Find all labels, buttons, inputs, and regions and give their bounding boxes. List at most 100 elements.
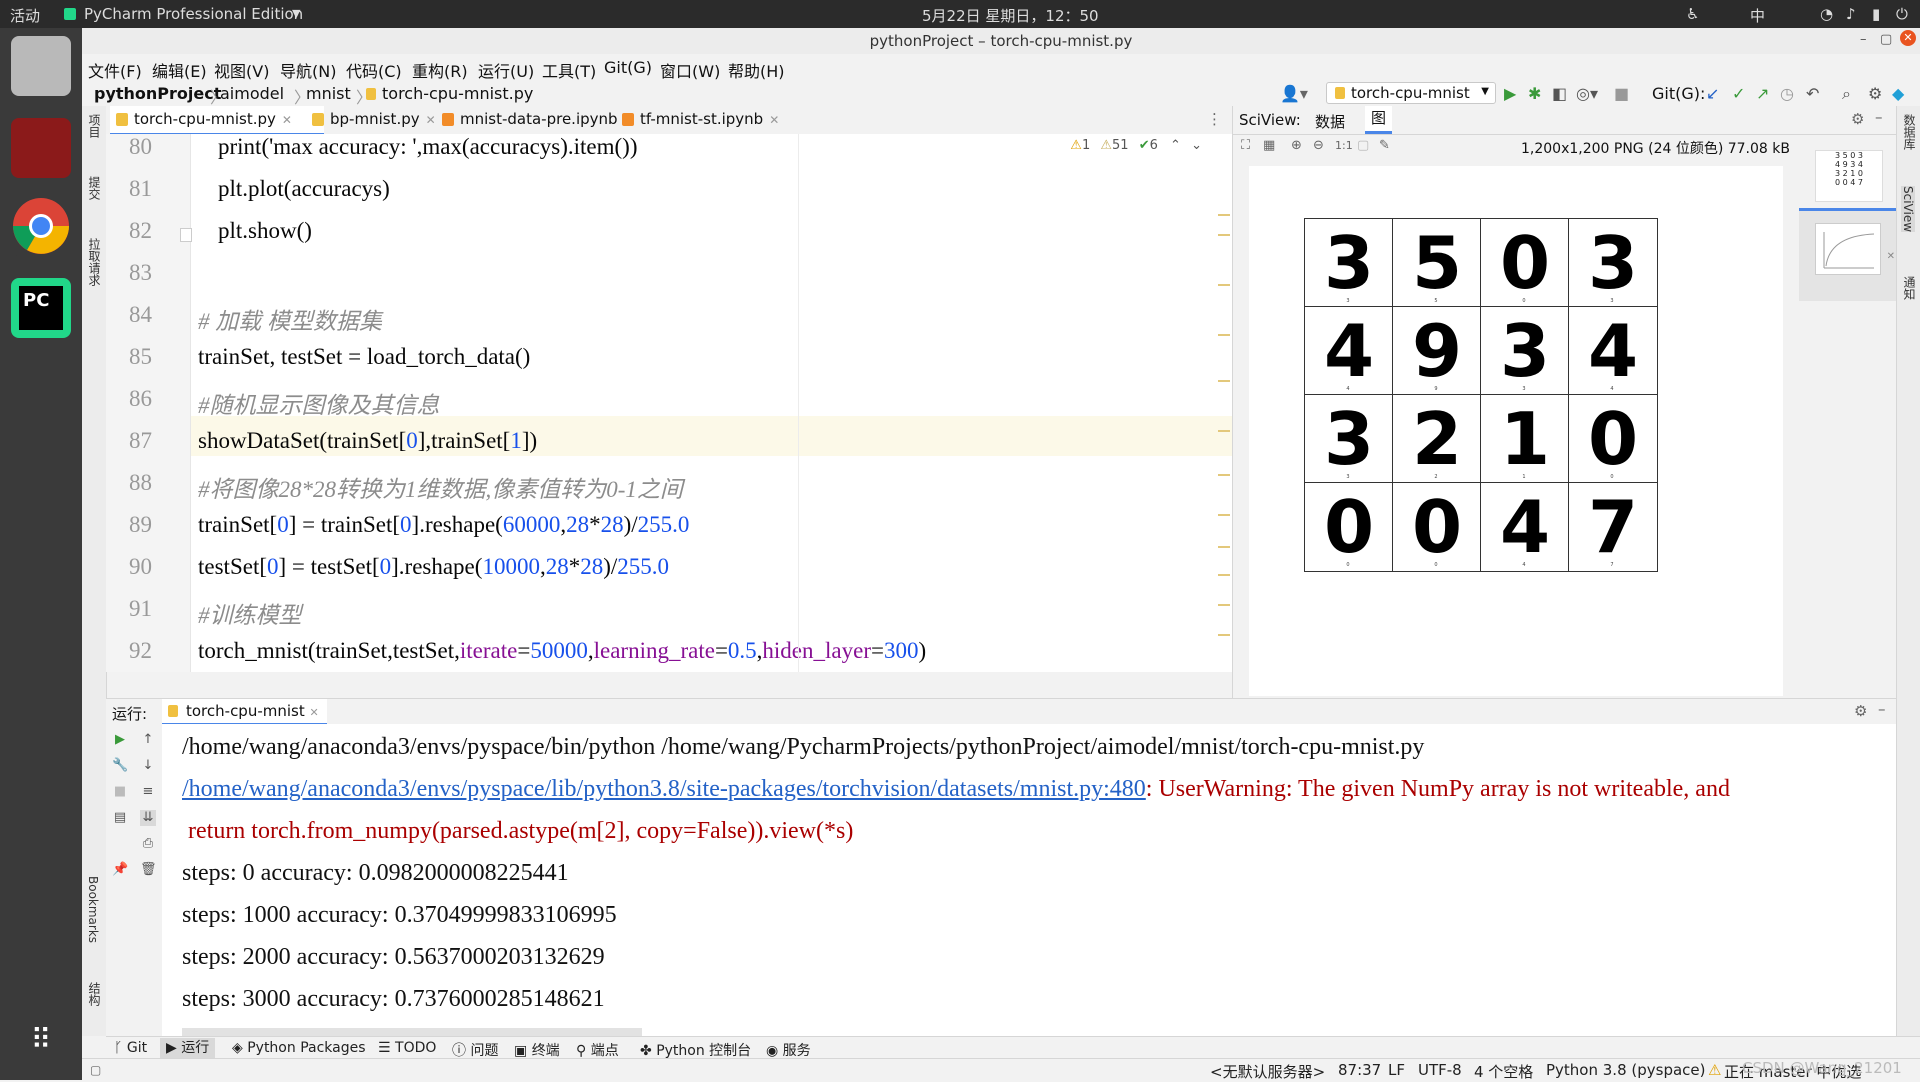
error-stripe-mark[interactable] xyxy=(1218,634,1230,636)
error-stripe-mark[interactable] xyxy=(1218,334,1230,336)
plot-canvas[interactable]: 33550033449933443322110000004477 xyxy=(1249,166,1783,696)
color-picker-icon[interactable]: ✎ xyxy=(1379,138,1390,153)
stop-icon[interactable]: ■ xyxy=(1614,84,1629,103)
app-menu[interactable]: PyCharm Professional Edition xyxy=(84,5,303,23)
tab-data[interactable]: 数据 xyxy=(1315,111,1345,132)
tool-tab-python-console[interactable]: ✤ Python 控制台 xyxy=(640,1040,751,1060)
tab-torch-cpu-mnist[interactable]: torch-cpu-mnist.py ✕ xyxy=(110,106,324,136)
debug-icon[interactable]: ✱ xyxy=(1528,84,1541,103)
error-stripe-mark[interactable] xyxy=(1218,474,1230,476)
close-icon[interactable]: ✕ xyxy=(1900,30,1916,46)
tab-plots[interactable]: 图 xyxy=(1365,106,1393,134)
pull-requests-tool-button[interactable]: 拉取请求 xyxy=(86,238,103,286)
notifications-tool-button[interactable]: 通知 xyxy=(1901,276,1918,300)
pycharm-icon[interactable]: PC xyxy=(11,278,71,338)
toggle-tool-windows-icon[interactable]: ▢ xyxy=(90,1063,101,1077)
fold-icon[interactable] xyxy=(180,228,192,242)
git-update-icon[interactable]: ↙ xyxy=(1706,84,1719,103)
thumbnail-digits[interactable]: 3 5 0 34 9 3 43 2 1 00 0 4 7 xyxy=(1815,150,1883,202)
rerun-icon[interactable]: ▶ xyxy=(112,732,128,748)
tool-tab-services[interactable]: ◉ 服务 xyxy=(766,1040,811,1060)
layout-icon[interactable]: ▤ xyxy=(112,810,128,826)
status-indent[interactable]: 4 个空格 xyxy=(1474,1061,1533,1082)
pin-icon[interactable]: 📌 xyxy=(112,862,128,878)
run-tab[interactable]: torch-cpu-mnist ✕ xyxy=(162,699,327,725)
chrome-icon[interactable] xyxy=(11,196,71,256)
user-icon[interactable]: 👤▾ xyxy=(1280,84,1308,103)
menu-git[interactable]: Git(G) xyxy=(604,58,652,77)
inspection-widget[interactable]: ⚠1 ⚠51 ✔6 ⌃ ⌄ xyxy=(1070,138,1202,153)
up-icon[interactable]: ↑ xyxy=(140,732,156,748)
scroll-to-end-icon[interactable]: ⇊ xyxy=(140,810,156,826)
volume-icon[interactable]: ♪ xyxy=(1846,5,1856,23)
code-editor[interactable]: 80 81 82 83 84 85 86 87 88 89 90 91 92 p… xyxy=(106,134,1232,672)
close-tab-icon[interactable]: ✕ xyxy=(426,113,436,127)
menu-refactor[interactable]: 重构(R) xyxy=(412,58,468,82)
status-encoding[interactable]: UTF-8 xyxy=(1418,1061,1462,1079)
down-icon[interactable]: ↓ xyxy=(140,758,156,774)
prev-highlight-icon[interactable]: ⌃ xyxy=(1170,138,1181,153)
horizontal-scrollbar[interactable] xyxy=(182,1028,642,1036)
fit-window-icon[interactable]: ▢ xyxy=(1357,138,1369,153)
error-stripe-mark[interactable] xyxy=(1218,284,1230,286)
files-icon[interactable] xyxy=(11,36,71,96)
maximize-icon[interactable]: ▢ xyxy=(1880,32,1892,47)
tool-tab-endpoints[interactable]: ⚲ 端点 xyxy=(576,1040,619,1060)
menu-code[interactable]: 代码(C) xyxy=(346,58,402,82)
project-tool-button[interactable]: 项目 xyxy=(86,114,103,138)
tool-tab-problems[interactable]: ⓘ 问题 xyxy=(452,1040,498,1060)
zoom-out-icon[interactable]: ⊖ xyxy=(1313,138,1324,153)
error-stripe-mark[interactable] xyxy=(1218,234,1230,236)
accessibility-icon[interactable]: ♿ xyxy=(1686,5,1699,23)
breadcrumb-project[interactable]: pythonProject xyxy=(94,84,221,103)
git-commit-icon[interactable]: ✓ xyxy=(1732,84,1745,103)
breadcrumb-file[interactable]: torch-cpu-mnist.py xyxy=(382,84,533,103)
minimize-icon[interactable]: – xyxy=(1860,32,1867,47)
status-server[interactable]: <无默认服务器> xyxy=(1210,1061,1325,1082)
search-icon[interactable]: ⌕ xyxy=(1842,84,1851,104)
close-thumbnail-icon[interactable]: ✕ xyxy=(1887,251,1895,262)
profile-icon[interactable]: ◎▾ xyxy=(1576,84,1598,103)
jetbrains-icon[interactable]: ◆ xyxy=(1892,84,1904,103)
settings-icon[interactable]: ⚙ xyxy=(1868,84,1882,103)
run-icon[interactable]: ▶ xyxy=(1504,84,1516,103)
error-stripe-mark[interactable] xyxy=(1218,546,1230,548)
breadcrumb-mnist[interactable]: mnist xyxy=(306,84,351,103)
git-push-icon[interactable]: ↗ xyxy=(1756,84,1769,103)
coverage-icon[interactable]: ◧ xyxy=(1552,84,1567,103)
close-tab-icon[interactable]: ✕ xyxy=(769,113,779,127)
hide-panel-icon[interactable]: – xyxy=(1878,700,1886,718)
settings-icon[interactable]: ⚙ xyxy=(1854,702,1867,720)
menu-navigate[interactable]: 导航(N) xyxy=(280,58,336,82)
error-stripe-mark[interactable] xyxy=(1218,430,1230,432)
tool-tab-run[interactable]: ▶ 运行 xyxy=(160,1038,216,1058)
hide-panel-icon[interactable]: – xyxy=(1875,108,1883,126)
menu-help[interactable]: 帮助(H) xyxy=(728,58,785,82)
run-config-selector[interactable]: torch-cpu-mnist ▼ xyxy=(1326,82,1496,104)
battery-icon[interactable]: ▮ xyxy=(1872,5,1880,23)
power-icon[interactable]: ⏻ xyxy=(1896,5,1908,23)
thumbnail-plot[interactable] xyxy=(1815,223,1881,275)
tool-tab-python-packages[interactable]: ◈ Python Packages xyxy=(232,1040,366,1056)
wifi-icon[interactable]: ◔ xyxy=(1820,5,1833,23)
tool-tab-todo[interactable]: ☰ TODO xyxy=(378,1040,436,1056)
status-caret-position[interactable]: 87:37 xyxy=(1338,1061,1381,1079)
more-tabs-icon[interactable]: ⋮ xyxy=(1207,110,1222,128)
next-highlight-icon[interactable]: ⌄ xyxy=(1191,138,1202,153)
git-history-icon[interactable]: ◷ xyxy=(1780,84,1794,103)
commit-tool-button[interactable]: 提交 xyxy=(86,176,103,200)
print-icon[interactable]: ⎙ xyxy=(140,836,156,852)
grid-icon[interactable]: ▦ xyxy=(1263,138,1275,153)
close-tab-icon[interactable]: ✕ xyxy=(310,706,319,719)
status-line-separator[interactable]: LF xyxy=(1388,1061,1405,1079)
show-apps-icon[interactable]: ⠿ xyxy=(11,1010,71,1070)
settings-icon[interactable]: ⚙ xyxy=(1851,110,1864,128)
tool-tab-terminal[interactable]: ▣ 终端 xyxy=(514,1040,560,1060)
activities-button[interactable]: 活动 xyxy=(10,5,40,26)
menu-file[interactable]: 文件(F) xyxy=(88,58,142,82)
trash-icon[interactable]: 🗑 xyxy=(140,862,157,878)
menu-run[interactable]: 运行(U) xyxy=(478,58,534,82)
zoom-in-icon[interactable]: ⊕ xyxy=(1291,138,1302,153)
database-tool-button[interactable]: 数据库 xyxy=(1901,114,1918,150)
input-method[interactable]: 中 xyxy=(1750,5,1765,26)
